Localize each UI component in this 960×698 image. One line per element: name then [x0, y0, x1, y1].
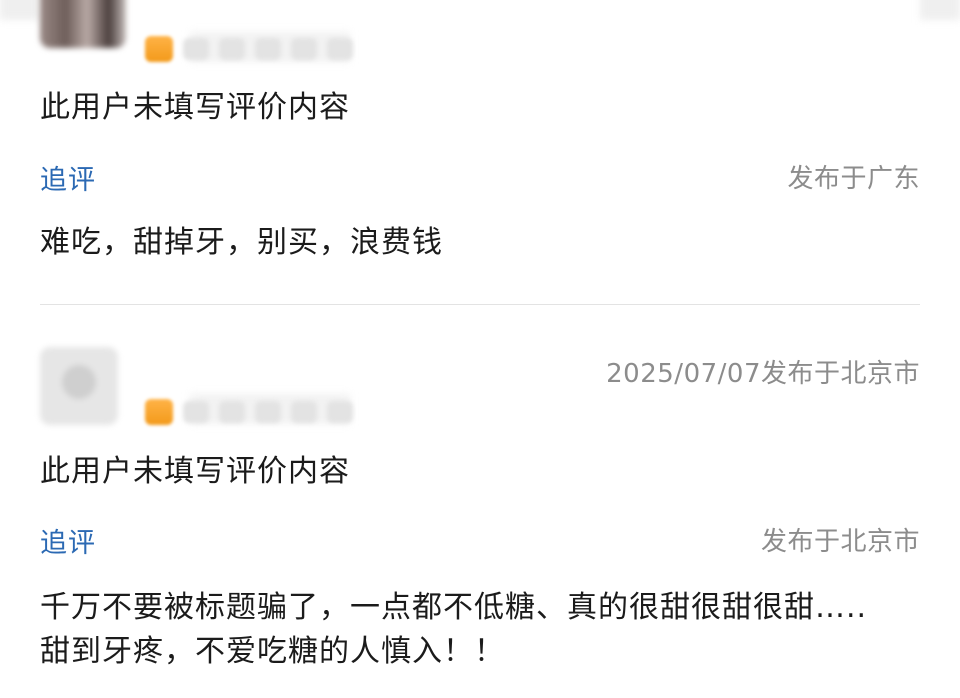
review-date-location: 2025/07/07发布于北京市 — [606, 359, 920, 389]
blur-mask — [291, 38, 317, 60]
corner-blur-right — [920, 0, 960, 20]
followup-link[interactable]: 追评 — [40, 158, 96, 197]
avatar[interactable] — [40, 0, 126, 48]
blur-mask — [219, 401, 245, 423]
blur-mask — [183, 38, 209, 60]
rating-row — [145, 399, 353, 425]
followup-text: 难吃，甜掉牙，别买，浪费钱 — [40, 225, 443, 260]
review-text: 此用户未填写评价内容 — [40, 454, 350, 489]
rating-row — [145, 36, 353, 62]
level-badge-icon — [145, 36, 173, 62]
followup-text: 千万不要被标题骗了，一点都不低糖、真的很甜很甜很甜….. 甜到牙疼，不爱吃糖的人… — [40, 590, 868, 669]
followup-location: 发布于北京市 — [760, 527, 920, 557]
level-badge-icon — [145, 399, 173, 425]
review-text: 此用户未填写评价内容 — [40, 90, 350, 125]
blur-mask — [327, 401, 353, 423]
blur-mask — [183, 401, 209, 423]
blur-mask — [255, 401, 281, 423]
followup-link[interactable]: 追评 — [40, 521, 96, 560]
avatar[interactable] — [40, 347, 118, 425]
followup-location: 发布于广东 — [787, 164, 920, 194]
blur-mask — [327, 38, 353, 60]
corner-blur-left — [0, 0, 40, 20]
blur-mask — [255, 38, 281, 60]
blur-mask — [219, 38, 245, 60]
blur-mask — [291, 401, 317, 423]
divider — [40, 304, 920, 305]
